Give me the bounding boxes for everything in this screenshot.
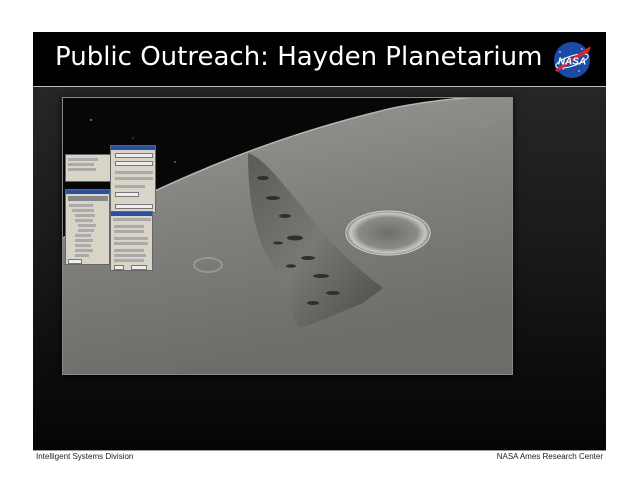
- set-current-time-button[interactable]: [115, 161, 153, 166]
- properties-button[interactable]: [68, 259, 82, 264]
- footer: Intelligent Systems Division NASA Ames R…: [33, 450, 606, 462]
- properties-panel[interactable]: [110, 211, 153, 271]
- time-control-panel[interactable]: [110, 145, 156, 213]
- title-bar: Public Outreach: Hayden Planetarium NASA: [33, 32, 606, 87]
- planetarium-screenshot: [62, 97, 513, 375]
- realtime-button[interactable]: [115, 204, 153, 209]
- info-panel: [65, 154, 111, 182]
- apply-button[interactable]: [114, 265, 124, 270]
- slide-title: Public Outreach: Hayden Planetarium: [55, 42, 543, 72]
- nasa-logo-icon: NASA: [554, 42, 591, 78]
- object-tree-panel[interactable]: [65, 189, 110, 265]
- footer-right-text: NASA Ames Research Center: [496, 452, 603, 461]
- time-button[interactable]: [115, 153, 153, 158]
- svg-text:NASA: NASA: [558, 57, 586, 68]
- footer-left-text: Intelligent Systems Division: [36, 452, 134, 461]
- speed-button[interactable]: [115, 192, 139, 197]
- close-button[interactable]: [131, 265, 147, 270]
